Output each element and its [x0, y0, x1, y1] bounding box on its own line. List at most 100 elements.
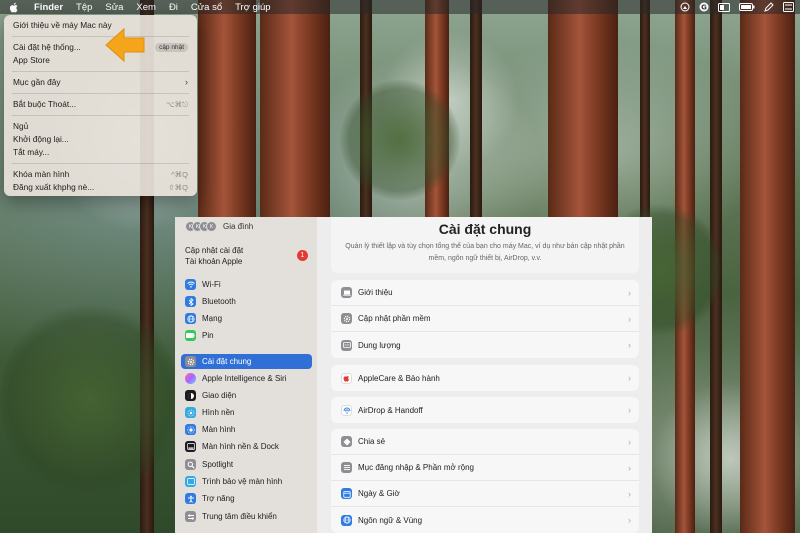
settings-content: Cài đặt chung Quản lý thiết lập và tùy c…: [317, 217, 652, 533]
menu-item-restart[interactable]: Khởi động lại...: [4, 133, 197, 146]
laptop-icon: [341, 287, 352, 298]
menu-item-app-store[interactable]: App Store: [4, 54, 197, 67]
sidebar-item-label: Trợ năng: [202, 494, 235, 503]
pointer-arrow-icon: [105, 27, 145, 63]
sidebar-item-label: Mạng: [202, 314, 223, 323]
chevron-right-icon: ›: [628, 436, 631, 447]
sidebar-item-label: Pin: [202, 331, 214, 340]
row-about[interactable]: Giới thiệu ›: [331, 280, 639, 306]
sidebar-item-bluetooth[interactable]: Bluetooth: [181, 294, 312, 309]
menu-edit[interactable]: Sửa: [105, 2, 123, 13]
chevron-right-icon: ›: [628, 373, 631, 383]
sidebar-item-network[interactable]: Mạng: [181, 311, 312, 326]
page-description: Quản lý thiết lập và tùy chọn tổng thể c…: [345, 243, 625, 262]
sidebar-item-general[interactable]: Cài đặt chung: [181, 354, 312, 369]
grammarly-icon[interactable]: G: [699, 2, 709, 12]
storage-icon: [341, 339, 352, 351]
row-software-update[interactable]: Cập nhật phần mềm ›: [331, 306, 639, 332]
menu-item-label: Khóa màn hình: [13, 169, 70, 179]
menu-item-label: Mục gần đây: [13, 77, 61, 87]
menu-item-label: Khởi động lại...: [13, 134, 69, 144]
menu-item-shutdown[interactable]: Tắt máy...: [4, 146, 197, 159]
menu-bar: Finder Tệp Sửa Xem Đi Cửa sổ Trợ giúp G: [0, 0, 800, 14]
row-storage[interactable]: Dung lượng ›: [331, 332, 639, 358]
menu-finder[interactable]: Finder: [34, 2, 63, 13]
menu-item-about[interactable]: Giới thiệu về máy Mac này: [4, 19, 197, 32]
update-settings-label: Cập nhật cài đặt: [185, 246, 244, 255]
sidebar-item-label: Màn hình nền & Dock: [202, 442, 279, 451]
system-settings-window: K K K K Gia đình Cập nhật cài đặt Tài kh…: [175, 217, 652, 533]
menu-divider: [12, 115, 189, 116]
menu-item-label: App Store: [13, 55, 50, 65]
sidebar-item-displays[interactable]: Màn hình: [181, 422, 312, 437]
settings-group-system: Giới thiệu › Cập nhật phần mềm › Dung lư…: [331, 280, 639, 358]
menu-item-label: Ngủ: [13, 121, 29, 131]
row-label: AirDrop & Handoff: [358, 405, 423, 415]
row-date-time[interactable]: Ngày & Giờ ›: [331, 481, 639, 507]
row-language-region[interactable]: Ngôn ngữ & Vùng ›: [331, 507, 639, 533]
row-label: Cập nhật phần mềm: [358, 314, 431, 323]
row-sharing[interactable]: Chia sẻ ›: [331, 429, 639, 455]
menu-item-lock-screen[interactable]: Khóa màn hình ^⌘Q: [4, 168, 197, 181]
chevron-right-icon: ›: [628, 515, 631, 525]
sidebar-item-label: Bluetooth: [202, 297, 236, 306]
menu-help[interactable]: Trợ giúp: [235, 2, 270, 13]
chevron-right-icon: ›: [628, 488, 631, 499]
control-center-icon: [185, 511, 196, 522]
row-applecare[interactable]: AppleCare & Bảo hành ›: [331, 365, 639, 391]
menu-item-system-settings[interactable]: Cài đặt hệ thống... cập nhật: [4, 41, 197, 54]
notification-badge: 1: [297, 250, 308, 261]
chevron-right-icon: ›: [628, 405, 631, 415]
sidebar-item-accessibility[interactable]: Trợ năng: [181, 491, 312, 506]
gear-icon: [341, 313, 352, 324]
airplay-icon[interactable]: [680, 2, 690, 12]
battery-icon[interactable]: [739, 3, 755, 11]
update-badge: cập nhật: [155, 43, 188, 52]
sidebar-item-wallpaper[interactable]: Hình nền: [181, 405, 312, 420]
shortcut-label: ⇧⌘Q: [168, 183, 188, 192]
update-settings-item[interactable]: Cập nhật cài đặt Tài khoản Apple 1: [185, 245, 308, 267]
row-label: Ngày & Giờ: [358, 489, 400, 498]
menu-item-force-quit[interactable]: Bắt buộc Thoát... ⌥⌘⎋: [4, 98, 197, 111]
control-center-icon[interactable]: [783, 2, 794, 12]
sidebar-item-desktop-dock[interactable]: Màn hình nền & Dock: [181, 439, 312, 454]
sidebar-item-label: Apple Intelligence & Siri: [202, 374, 287, 383]
row-airdrop[interactable]: AirDrop & Handoff ›: [331, 397, 639, 423]
menu-divider: [12, 71, 189, 72]
settings-group-applecare: AppleCare & Bảo hành ›: [331, 365, 639, 391]
wifi-icon: [185, 279, 196, 290]
menu-item-sleep[interactable]: Ngủ: [4, 120, 197, 133]
apple-logo-icon[interactable]: [8, 1, 20, 13]
apple-account-label: Tài khoản Apple: [185, 257, 243, 266]
sidebar-item-screen-saver[interactable]: Trình bảo vệ màn hình: [181, 474, 312, 489]
sidebar-item-wifi[interactable]: Wi-Fi: [181, 277, 312, 292]
menu-file[interactable]: Tệp: [76, 2, 92, 13]
menu-divider: [12, 163, 189, 164]
sidebar-item-label: Cài đặt chung: [202, 357, 252, 366]
display-icon[interactable]: [718, 2, 730, 12]
sidebar-item-spotlight[interactable]: Spotlight: [181, 457, 312, 472]
accessibility-icon: [185, 493, 196, 504]
menu-item-log-out[interactable]: Đăng xuất khphg nè... ⇧⌘Q: [4, 181, 197, 194]
chevron-right-icon: ›: [628, 313, 631, 324]
menu-go[interactable]: Đi: [169, 2, 178, 13]
sidebar-item-label: Trung tâm điều khiển: [202, 512, 277, 521]
sidebar-item-battery[interactable]: Pin: [181, 328, 312, 343]
chevron-right-icon: ›: [185, 77, 188, 87]
settings-sidebar: K K K K Gia đình Cập nhật cài đặt Tài kh…: [175, 217, 317, 533]
sidebar-item-control-center[interactable]: Trung tâm điều khiển: [181, 509, 312, 524]
menu-view[interactable]: Xem: [136, 2, 156, 13]
share-icon: [341, 436, 352, 447]
row-login-items[interactable]: Mục đăng nhập & Phần mở rộng ›: [331, 455, 639, 481]
avatar: K: [206, 221, 217, 232]
settings-group-airdrop: AirDrop & Handoff ›: [331, 397, 639, 423]
dock-icon: [185, 441, 196, 452]
menu-window[interactable]: Cửa sổ: [191, 2, 222, 13]
family-avatars: K K K K: [185, 221, 217, 232]
sidebar-item-appearance[interactable]: Giao diện: [181, 388, 312, 403]
menu-item-recent-items[interactable]: Mục gần đây ›: [4, 76, 197, 89]
family-row[interactable]: K K K K Gia đình: [185, 221, 253, 232]
pen-icon[interactable]: [764, 2, 774, 12]
sidebar-item-apple-intelligence[interactable]: Apple Intelligence & Siri: [181, 371, 312, 386]
battery-icon: [185, 330, 196, 341]
